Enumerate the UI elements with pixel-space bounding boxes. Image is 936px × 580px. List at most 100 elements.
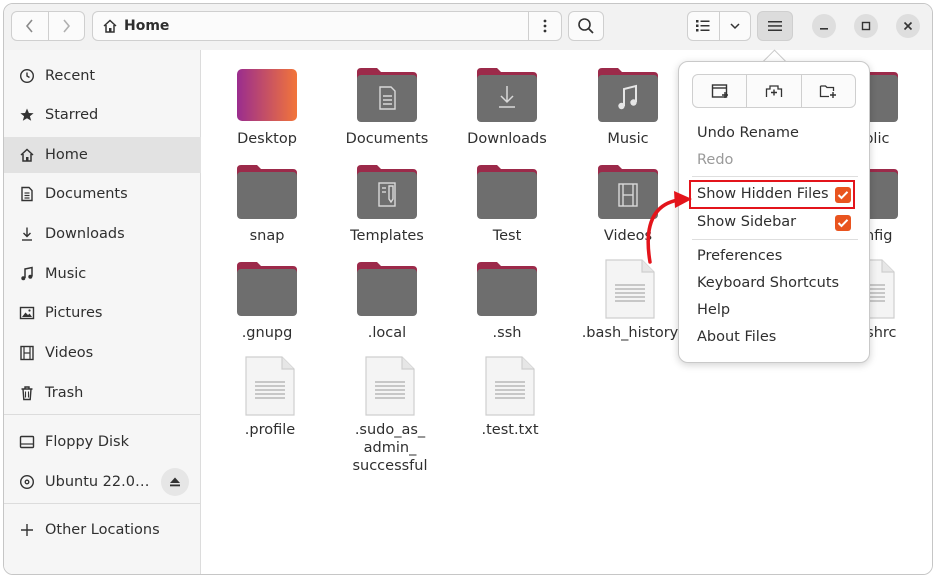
minimize-icon (820, 28, 828, 30)
sidebar-item-starred[interactable]: Starred (4, 97, 201, 133)
eject-icon (170, 477, 180, 487)
trash-icon (18, 384, 36, 402)
chevron-down-icon (730, 23, 740, 30)
file-name: Documents (345, 131, 429, 147)
file-name: .sudo_as_ admin_ successful (352, 422, 428, 474)
file-name: .local (367, 325, 407, 341)
minimize-button[interactable] (812, 14, 836, 38)
menu-item-redo[interactable]: Redo (697, 152, 733, 168)
new-folder-button[interactable] (802, 75, 855, 107)
new-tab-button[interactable] (747, 75, 802, 107)
file-item[interactable]: .gnupg (207, 260, 327, 342)
eject-button[interactable] (161, 468, 189, 496)
file-item[interactable]: .ssh (447, 260, 567, 342)
documents-folder-icon (356, 66, 418, 124)
file-item[interactable]: .test.txt (450, 355, 570, 439)
search-icon (578, 18, 594, 34)
new-tab-icon (765, 85, 783, 97)
list-view-button[interactable] (688, 12, 720, 40)
file-item[interactable]: snap (207, 163, 327, 245)
close-button[interactable] (896, 14, 920, 38)
popover-action-buttons (692, 74, 856, 108)
sidebar-item-label: Home (45, 147, 88, 163)
disc-icon (18, 473, 36, 491)
menu-item-undo-rename[interactable]: Undo Rename (697, 125, 799, 141)
file-name: snap (249, 228, 285, 244)
new-window-icon (711, 84, 728, 98)
folder-icon (236, 163, 298, 221)
menu-item-show-sidebar[interactable]: Show Sidebar (697, 214, 796, 230)
file-name: Downloads (467, 131, 547, 147)
file-item[interactable]: .local (327, 260, 447, 342)
plus-icon (18, 521, 36, 539)
sidebar-item-documents[interactable]: Documents (4, 176, 201, 212)
file-item[interactable]: Documents (327, 66, 447, 148)
file-item[interactable]: Music (568, 66, 688, 148)
view-buttons (687, 11, 751, 41)
sidebar-item-music[interactable]: Music (4, 256, 201, 292)
file-name: .ssh (492, 325, 522, 341)
folder-icon (476, 260, 538, 318)
file-item[interactable]: Test (447, 163, 567, 245)
search-button[interactable] (568, 11, 604, 41)
menu-item-keyboard-shortcuts[interactable]: Keyboard Shortcuts (697, 275, 839, 291)
vertical-dots-icon (543, 19, 547, 33)
music-folder-icon (597, 66, 659, 124)
sidebar-item-label: Downloads (45, 226, 125, 242)
sidebar-item-downloads[interactable]: Downloads (4, 216, 201, 252)
sidebar-item-label: Ubuntu 22.0… (45, 474, 150, 490)
sidebar-item-videos[interactable]: Videos (4, 335, 201, 371)
picture-icon (18, 304, 36, 322)
path-home-segment[interactable]: Home (93, 18, 169, 34)
home-icon (103, 19, 117, 33)
sidebar-item-label: Floppy Disk (45, 434, 129, 450)
file-name: Test (492, 228, 522, 244)
sidebar-item-label: Documents (45, 186, 128, 202)
clock-icon (18, 67, 36, 85)
sidebar-item-ubuntu-disc[interactable]: Ubuntu 22.0… (4, 464, 201, 500)
sidebar-item-pictures[interactable]: Pictures (4, 295, 201, 331)
menu-separator (692, 176, 858, 177)
sidebar-item-label: Starred (45, 107, 99, 123)
file-item[interactable]: .bash_history (570, 258, 690, 342)
folder-icon (356, 260, 418, 318)
menu-item-preferences[interactable]: Preferences (697, 248, 782, 264)
main-menu-popover: Undo Rename Redo Show Hidden Files Show … (678, 61, 870, 363)
list-view-icon (696, 20, 710, 32)
sidebar-item-other-locations[interactable]: Other Locations (4, 512, 201, 548)
sidebar-item-home[interactable]: Home (4, 137, 201, 173)
file-item[interactable]: .profile (210, 355, 330, 439)
star-icon (18, 106, 36, 124)
file-name: Templates (350, 228, 424, 244)
view-options-dropdown[interactable] (720, 12, 751, 40)
sidebar-separator (4, 414, 201, 415)
sidebar-item-label: Videos (45, 345, 94, 361)
new-window-button[interactable] (693, 75, 748, 107)
sidebar-item-label: Trash (45, 385, 84, 401)
maximize-icon (861, 21, 871, 31)
menu-item-help[interactable]: Help (697, 302, 730, 318)
sidebar-item-recent[interactable]: Recent (4, 58, 201, 94)
header-bar: Home (4, 4, 932, 51)
back-button[interactable] (12, 12, 49, 40)
annotation-highlight-box (689, 180, 855, 209)
sidebar-item-floppy-disk[interactable]: Floppy Disk (4, 424, 201, 460)
file-item[interactable]: .sudo_as_ admin_ successful (330, 355, 450, 475)
sidebar-item-trash[interactable]: Trash (4, 375, 201, 411)
path-bar[interactable]: Home (92, 11, 562, 41)
file-item[interactable]: Downloads (447, 66, 567, 148)
forward-button[interactable] (49, 12, 85, 40)
path-menu-button[interactable] (528, 12, 561, 40)
menu-separator (692, 239, 858, 240)
annotation-arrow-icon (646, 191, 692, 264)
menu-item-about-files[interactable]: About Files (697, 329, 776, 345)
file-item[interactable]: Desktop (207, 66, 327, 148)
main-menu-button[interactable] (757, 11, 793, 41)
file-name: Desktop (237, 131, 297, 147)
maximize-button[interactable] (854, 14, 878, 38)
show-sidebar-checkbox[interactable] (835, 215, 851, 231)
hamburger-icon (768, 21, 782, 31)
file-item[interactable]: Templates (327, 163, 447, 245)
chevron-left-icon (25, 19, 33, 33)
file-name: .bash_history (581, 325, 679, 341)
